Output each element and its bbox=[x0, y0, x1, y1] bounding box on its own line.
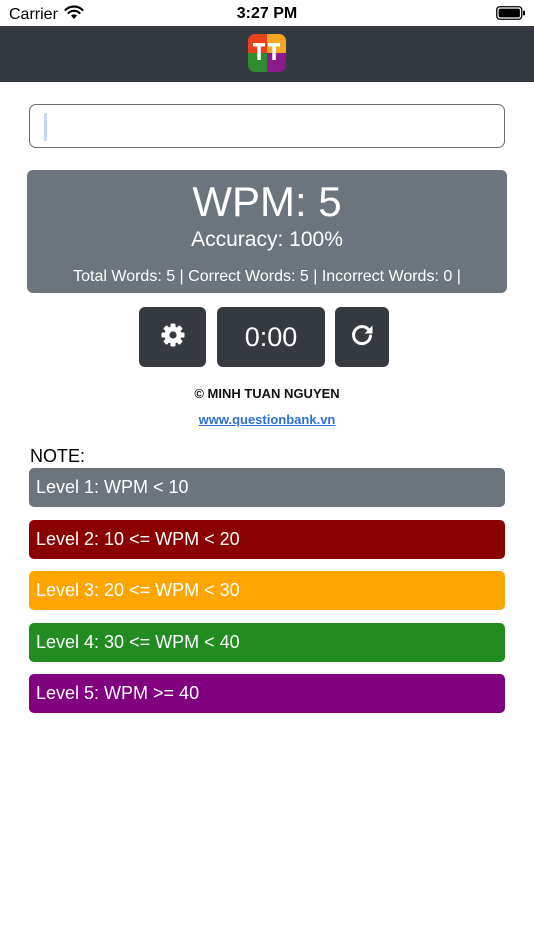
wpm-value: WPM: 5 bbox=[192, 178, 342, 225]
settings-button[interactable] bbox=[139, 307, 206, 367]
refresh-icon bbox=[349, 322, 375, 353]
nav-bar bbox=[0, 26, 534, 82]
copyright-text: © MINH TUAN NGUYEN bbox=[194, 386, 340, 401]
app-logo bbox=[248, 34, 286, 72]
battery-icon bbox=[496, 6, 526, 25]
level-3-badge: Level 3: 20 <= WPM < 30 bbox=[29, 571, 505, 610]
level-5-badge: Level 5: WPM >= 40 bbox=[29, 674, 505, 713]
gear-icon bbox=[160, 322, 186, 353]
level-2-badge: Level 2: 10 <= WPM < 20 bbox=[29, 520, 505, 559]
level-1-badge: Level 1: WPM < 10 bbox=[29, 468, 505, 507]
status-time: 3:27 PM bbox=[236, 5, 298, 22]
reset-button[interactable] bbox=[335, 307, 389, 367]
accuracy-value: Accuracy: 100% bbox=[191, 228, 343, 251]
status-bar: Carrier 3:27 PM bbox=[0, 0, 534, 26]
stats-panel: WPM: 5 Accuracy: 100% Total Words: 5 | C… bbox=[27, 170, 507, 293]
website-link[interactable]: www.questionbank.vn bbox=[0, 412, 534, 427]
word-counts: Total Words: 5 | Correct Words: 5 | Inco… bbox=[73, 268, 461, 285]
timer-display: 0:00 bbox=[217, 307, 325, 367]
note-label: NOTE: bbox=[30, 446, 86, 466]
text-caret bbox=[44, 113, 47, 141]
typing-input[interactable] bbox=[29, 104, 505, 148]
level-4-badge: Level 4: 30 <= WPM < 40 bbox=[29, 623, 505, 662]
